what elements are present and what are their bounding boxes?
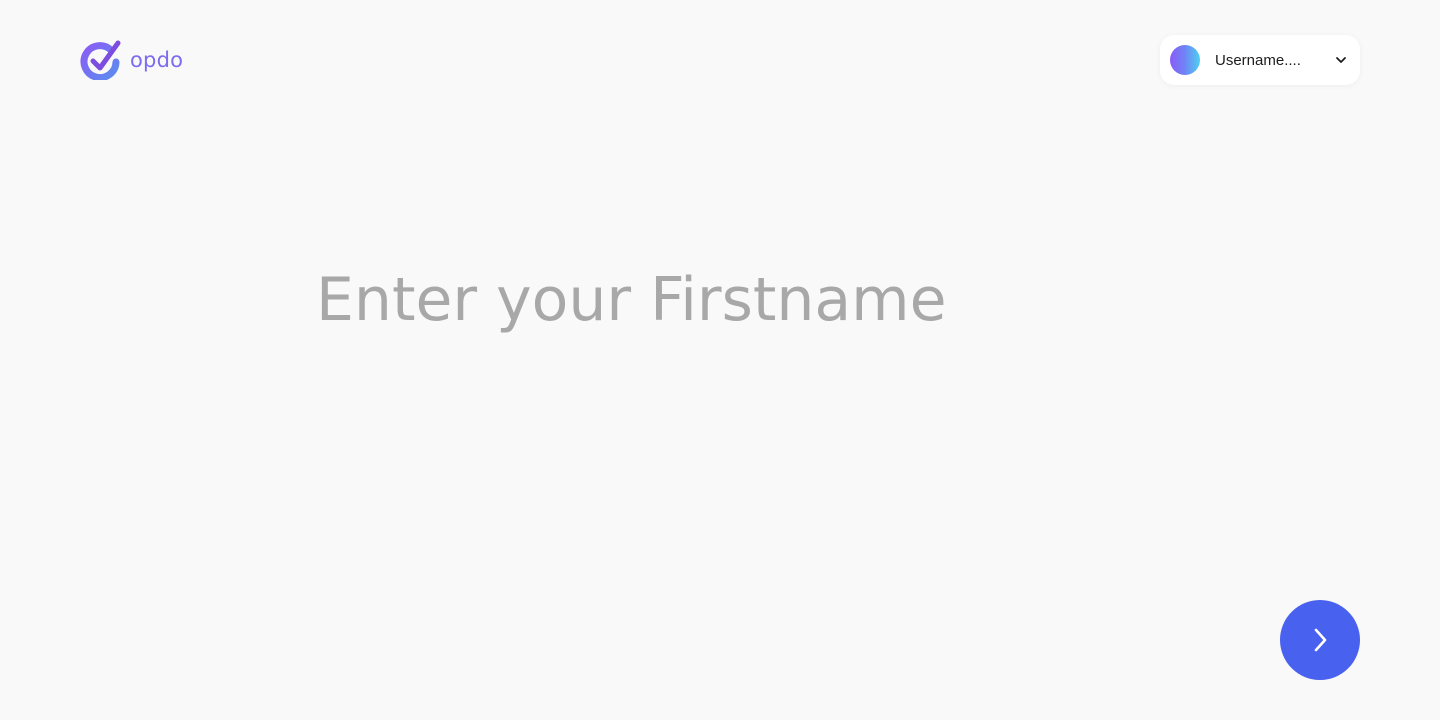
logo-text: opdo bbox=[130, 47, 184, 72]
firstname-input[interactable] bbox=[316, 255, 1216, 345]
chevron-right-icon bbox=[1314, 628, 1327, 652]
next-button[interactable] bbox=[1280, 600, 1360, 680]
app-logo[interactable]: opdo bbox=[80, 40, 183, 80]
chevron-down-icon bbox=[1336, 57, 1346, 63]
username-label: Username.... bbox=[1215, 51, 1301, 69]
user-menu-dropdown[interactable]: Username.... bbox=[1160, 35, 1360, 85]
page: opdo Username.... bbox=[0, 0, 1440, 720]
check-circle-logo-icon bbox=[80, 40, 121, 80]
avatar bbox=[1170, 45, 1200, 75]
